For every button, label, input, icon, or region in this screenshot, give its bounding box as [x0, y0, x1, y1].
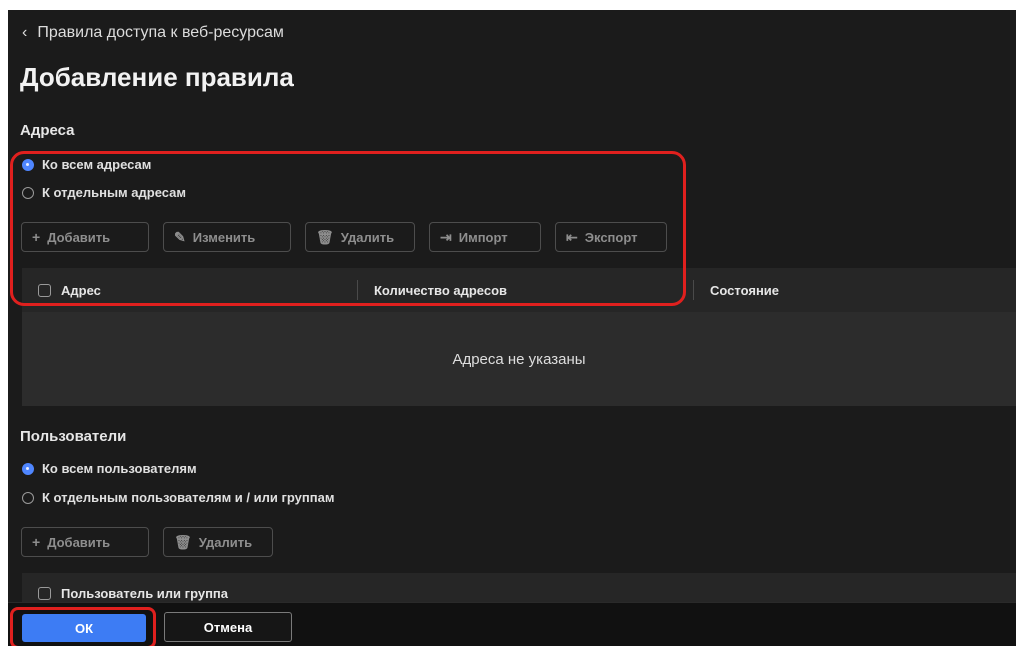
column-label: Пользователь или группа — [61, 585, 229, 601]
button-label: Удалить — [340, 229, 395, 245]
radio-specific-users[interactable]: К отдельным пользователям и / или группа… — [22, 490, 334, 505]
delete-address-button[interactable]: 🗑 Удалить — [305, 222, 415, 252]
add-address-button[interactable]: + Добавить — [21, 222, 149, 252]
button-label: Добавить — [47, 229, 111, 245]
radio-label: К отдельным адресам — [42, 185, 186, 200]
pencil-icon: ✎ — [174, 228, 186, 245]
addresses-toolbar: + Добавить ✎ Изменить 🗑 Удалить ⇥ Импорт… — [21, 222, 667, 252]
edit-address-button[interactable]: ✎ Изменить — [163, 222, 291, 252]
rule-editor-window: ‹ Правила доступа к веб-ресурсам Добавле… — [8, 10, 1016, 646]
button-label: Экспорт — [584, 229, 638, 245]
empty-state-text: Адреса не указаны — [452, 350, 586, 368]
select-all-checkbox[interactable] — [38, 283, 51, 297]
add-user-button[interactable]: + Добавить — [21, 527, 149, 557]
users-section-title: Пользователи — [20, 428, 127, 445]
addresses-table-header: Адрес Количество адресов Состояние — [22, 268, 1016, 312]
column-status[interactable]: Состояние — [694, 268, 779, 312]
button-label: Добавить — [47, 534, 111, 550]
radio-label: Ко всем пользователям — [42, 461, 197, 476]
select-all-checkbox[interactable] — [38, 586, 51, 600]
plus-icon: + — [32, 229, 41, 245]
button-label: Импорт — [458, 229, 508, 245]
column-address[interactable]: Адрес — [22, 268, 358, 312]
chevron-left-icon: ‹ — [22, 24, 28, 41]
cancel-button[interactable]: Отмена — [164, 612, 292, 642]
trash-icon: 🗑 — [174, 533, 192, 550]
trash-icon: 🗑 — [316, 228, 334, 245]
export-button[interactable]: ⇤ Экспорт — [555, 222, 667, 252]
import-icon: ⇥ — [440, 228, 452, 245]
back-link[interactable]: ‹ Правила доступа к веб-ресурсам — [22, 24, 284, 42]
back-link-label: Правила доступа к веб-ресурсам — [37, 24, 284, 41]
footer-bar: ОК Отмена — [8, 602, 1016, 646]
plus-icon: + — [32, 534, 41, 550]
column-label: Адрес — [61, 282, 101, 298]
column-label: Количество адресов — [374, 282, 508, 298]
radio-all-users[interactable]: Ко всем пользователям — [22, 461, 197, 476]
button-label: Изменить — [192, 229, 256, 245]
page-title: Добавление правила — [20, 62, 294, 92]
delete-user-button[interactable]: 🗑 Удалить — [163, 527, 273, 557]
addresses-empty-state: Адреса не указаны — [22, 312, 1016, 406]
addresses-section-title: Адреса — [20, 122, 75, 139]
column-label: Состояние — [710, 282, 780, 298]
ok-button[interactable]: ОК — [22, 614, 146, 642]
radio-checked-icon — [22, 158, 34, 171]
import-button[interactable]: ⇥ Импорт — [429, 222, 541, 252]
radio-specific-addresses[interactable]: К отдельным адресам — [22, 185, 186, 200]
column-address-count[interactable]: Количество адресов — [358, 268, 694, 312]
button-label: Удалить — [198, 534, 253, 550]
radio-unchecked-icon — [22, 186, 34, 199]
radio-label: Ко всем адресам — [42, 157, 152, 172]
radio-unchecked-icon — [22, 491, 34, 504]
radio-all-addresses[interactable]: Ко всем адресам — [22, 157, 151, 172]
users-toolbar: + Добавить 🗑 Удалить — [21, 527, 273, 557]
radio-checked-icon — [22, 462, 34, 475]
export-icon: ⇤ — [566, 228, 578, 245]
radio-label: К отдельным пользователям и / или группа… — [42, 490, 335, 505]
